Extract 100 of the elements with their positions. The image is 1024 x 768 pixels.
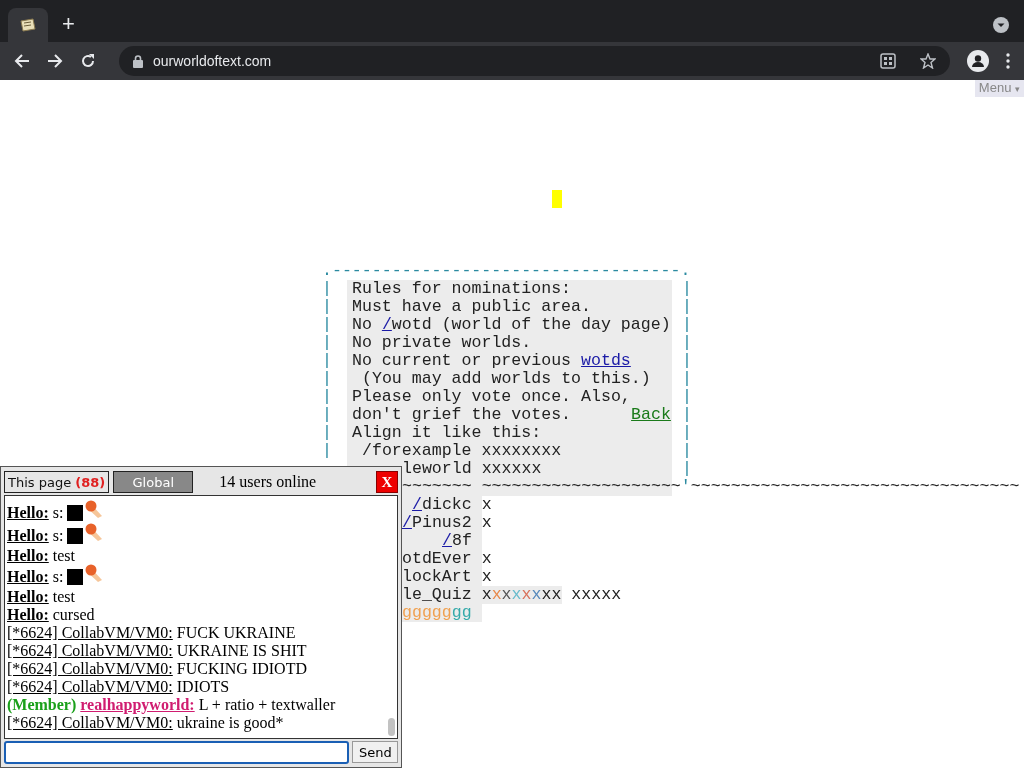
- border-text: |: [682, 352, 692, 370]
- world-link[interactable]: /: [442, 532, 452, 550]
- browser-tab[interactable]: [8, 8, 48, 42]
- star-icon[interactable]: [920, 53, 936, 69]
- chat-nickname[interactable]: Hello:: [7, 588, 49, 606]
- border-text: |: [322, 442, 332, 460]
- scroll-icon: [19, 17, 37, 33]
- chat-message: s:: [52, 504, 64, 522]
- world-link[interactable]: wotds: [581, 352, 631, 370]
- border-text: |: [682, 334, 692, 352]
- world-text: 8f: [451, 532, 472, 550]
- chat-input[interactable]: [4, 741, 349, 764]
- border-text: |: [322, 424, 332, 442]
- world-text: Align it like this:: [352, 424, 542, 442]
- border-text: |: [322, 388, 332, 406]
- chat-message: s:: [52, 527, 64, 545]
- border-text: .-----------------------------------.: [322, 262, 691, 280]
- comet-icon: [83, 522, 104, 542]
- chat-nickname[interactable]: Hello:: [7, 606, 49, 624]
- address-bar[interactable]: ourworldoftext.com: [119, 46, 950, 76]
- border-text: |: [682, 406, 692, 424]
- world-text: No private worlds.: [352, 334, 532, 352]
- world-text: (You may add worlds to this.): [362, 370, 651, 388]
- lock-icon: [133, 54, 143, 68]
- world-text: No: [352, 316, 373, 334]
- world-text: x: [511, 586, 522, 604]
- world-text: Rules for nominations:: [352, 280, 572, 298]
- chat-message: L + ratio + textwaller: [198, 696, 336, 714]
- chat-message: IDIOTS: [176, 678, 230, 696]
- square-icon: [67, 505, 84, 521]
- close-button[interactable]: X: [376, 471, 398, 493]
- world-text: x: [491, 586, 502, 604]
- back-icon[interactable]: [14, 53, 30, 69]
- online-count: 14 users online: [219, 473, 318, 491]
- world-link[interactable]: /: [402, 514, 412, 532]
- chat-tab[interactable]: Global: [113, 471, 194, 493]
- chat-nickname[interactable]: [*6624] CollabVM/VM0:: [7, 678, 173, 696]
- square-icon: [67, 528, 84, 544]
- chat-nickname[interactable]: Hello:: [7, 547, 49, 565]
- comet-icon: [83, 499, 104, 519]
- world-text: ggggg: [402, 604, 452, 622]
- border-text: |: [322, 406, 332, 424]
- world-link[interactable]: /: [381, 316, 392, 334]
- chat-tab[interactable]: This page (88): [4, 471, 110, 493]
- member-tag: (Member): [7, 696, 77, 714]
- border-text: |: [322, 298, 332, 316]
- border-text: |: [322, 352, 332, 370]
- chat-nickname[interactable]: [*6624] CollabVM/VM0:: [7, 624, 173, 642]
- new-tab-button[interactable]: +: [62, 12, 75, 36]
- world-text: x: [521, 586, 532, 604]
- tab-search-icon[interactable]: [992, 16, 1010, 34]
- world-text: gg: [451, 604, 472, 622]
- world-link[interactable]: /: [412, 496, 422, 514]
- forward-icon[interactable]: [47, 53, 63, 69]
- chat-nickname[interactable]: [*6624] CollabVM/VM0:: [7, 714, 173, 732]
- chat-nickname[interactable]: realhappyworld:: [80, 696, 195, 714]
- chat-message: test: [52, 547, 75, 565]
- world-text: xx xxxxx: [541, 586, 622, 604]
- world-text: lockArt x: [402, 568, 492, 586]
- world-text: dickc x: [421, 496, 492, 514]
- world-text: x: [501, 586, 512, 604]
- chat-nickname[interactable]: [*6624] CollabVM/VM0:: [7, 642, 173, 660]
- border-text: |: [322, 334, 332, 352]
- border-text: |: [682, 388, 692, 406]
- chat-nickname[interactable]: Hello:: [7, 568, 49, 586]
- apps-icon[interactable]: [880, 53, 896, 69]
- world-text: /forexample xxxxxxxx: [362, 442, 562, 460]
- world-text: No current or previous: [352, 352, 573, 370]
- chat-message: ukraine is good*: [176, 714, 284, 732]
- scrollbar-thumb[interactable]: [388, 718, 395, 736]
- border-text: |: [682, 316, 692, 334]
- back-link[interactable]: Back: [631, 406, 671, 424]
- border-text: ': [680, 478, 691, 496]
- border-text: |: [682, 442, 692, 460]
- chat-message: cursed: [52, 606, 95, 624]
- comet-icon: [83, 563, 104, 583]
- world-text: Pinus2 x: [411, 514, 492, 532]
- border-text: |: [682, 370, 692, 388]
- reload-icon[interactable]: [80, 53, 96, 69]
- profile-icon[interactable]: [967, 50, 989, 72]
- world-text: ~~~~~~~ ~~~~~~~~~~~~~~~~~~~~: [402, 478, 681, 496]
- chat-nickname[interactable]: [*6624] CollabVM/VM0:: [7, 660, 173, 678]
- world-text: leworld xxxxxx: [402, 460, 542, 478]
- text-cursor: [552, 190, 562, 208]
- chat-message: s:: [52, 568, 64, 586]
- world-text: le_Quiz x: [402, 586, 492, 604]
- world-text: Must have a public area.: [352, 298, 591, 316]
- more-icon[interactable]: [1006, 53, 1010, 69]
- send-button[interactable]: Send: [352, 741, 398, 763]
- chat-message: FUCKING IDIOTD: [176, 660, 307, 678]
- border-text: |: [322, 370, 332, 388]
- border-text: |: [322, 316, 332, 334]
- world-text: x: [531, 586, 542, 604]
- chat-nickname[interactable]: Hello:: [7, 527, 49, 545]
- border-text: |: [682, 460, 692, 478]
- world-text: ~~~~~~~~~~~~~~~~~~~~~~~~~~~~~~~~~: [690, 478, 1020, 496]
- world-text: Please only vote once. Also,: [352, 388, 631, 406]
- world-text: wotd (world of the day page): [391, 316, 671, 334]
- border-text: |: [682, 298, 692, 316]
- chat-nickname[interactable]: Hello:: [7, 504, 49, 522]
